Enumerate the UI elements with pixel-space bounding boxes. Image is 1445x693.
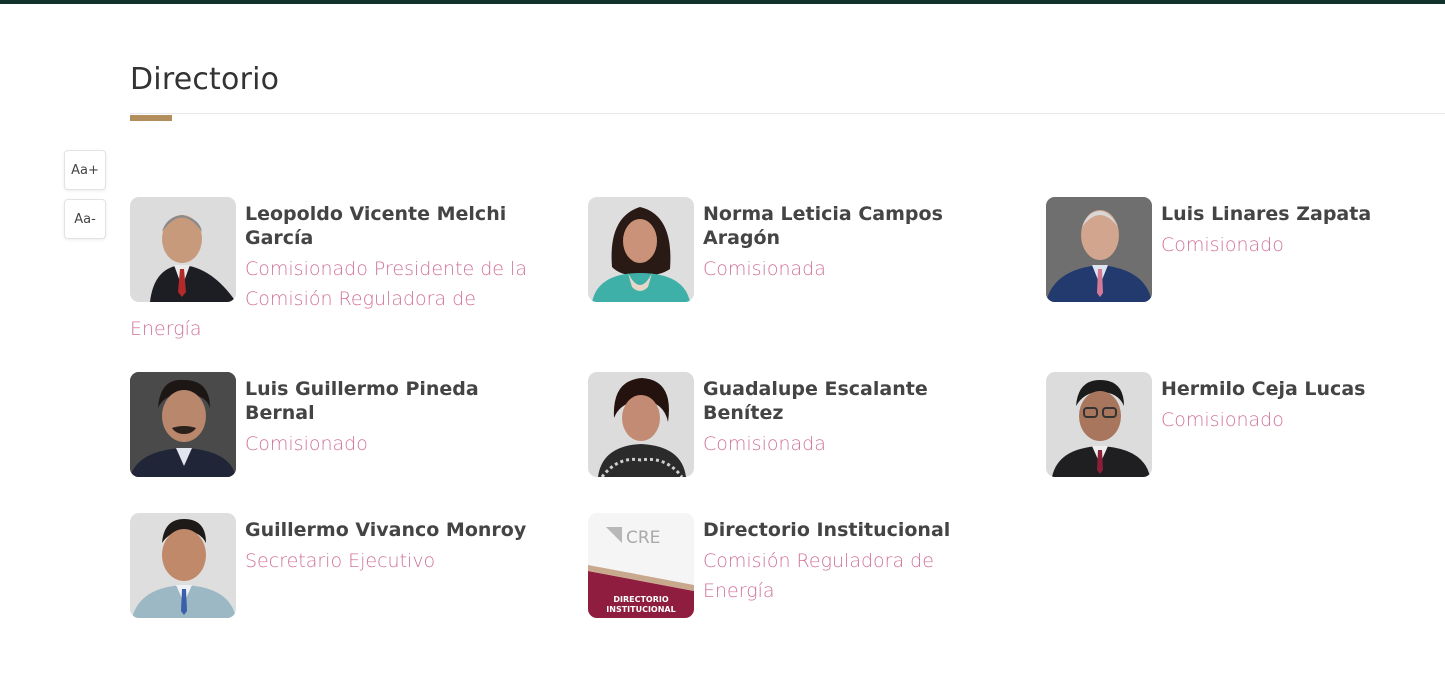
banner-text-line1: DIRECTORIO	[613, 595, 669, 604]
profile-photo[interactable]	[588, 372, 694, 477]
directory-card[interactable]: Guillermo Vivanco Monroy Secretario Ejec…	[130, 513, 550, 618]
top-bar	[0, 0, 1445, 4]
font-size-decrease-button[interactable]: Aa-	[64, 199, 106, 239]
profile-photo[interactable]	[588, 197, 694, 302]
profile-photo[interactable]	[130, 197, 236, 302]
institutional-image[interactable]: CRE DIRECTORIO INSTITUCIONAL	[588, 513, 694, 618]
directory-card[interactable]: Hermilo Ceja Lucas Comisionado	[1046, 372, 1445, 477]
title-divider	[130, 113, 1445, 114]
directory-card[interactable]: Leopoldo Vicente Melchi García Comisiona…	[130, 197, 550, 344]
profile-photo[interactable]	[130, 372, 236, 477]
profile-photo[interactable]	[1046, 197, 1152, 302]
directory-card[interactable]: Luis Linares Zapata Comisionado	[1046, 197, 1445, 302]
font-size-increase-button[interactable]: Aa+	[64, 150, 106, 190]
directory-card[interactable]: Norma Leticia Campos Aragón Comisionada	[588, 197, 1008, 302]
profile-photo[interactable]	[1046, 372, 1152, 477]
title-accent-bar	[130, 115, 172, 121]
directory-card[interactable]: Guadalupe Escalante Benítez Comisionada	[588, 372, 1008, 477]
directory-card[interactable]: Luis Guillermo Pineda Bernal Comisionado	[130, 372, 550, 477]
directory-card[interactable]: CRE DIRECTORIO INSTITUCIONAL Directorio …	[588, 513, 1008, 618]
section-title: Directorio	[130, 62, 280, 97]
cre-logo-text: CRE	[626, 528, 660, 548]
profile-photo[interactable]	[130, 513, 236, 618]
banner-text-line2: INSTITUCIONAL	[606, 605, 675, 614]
